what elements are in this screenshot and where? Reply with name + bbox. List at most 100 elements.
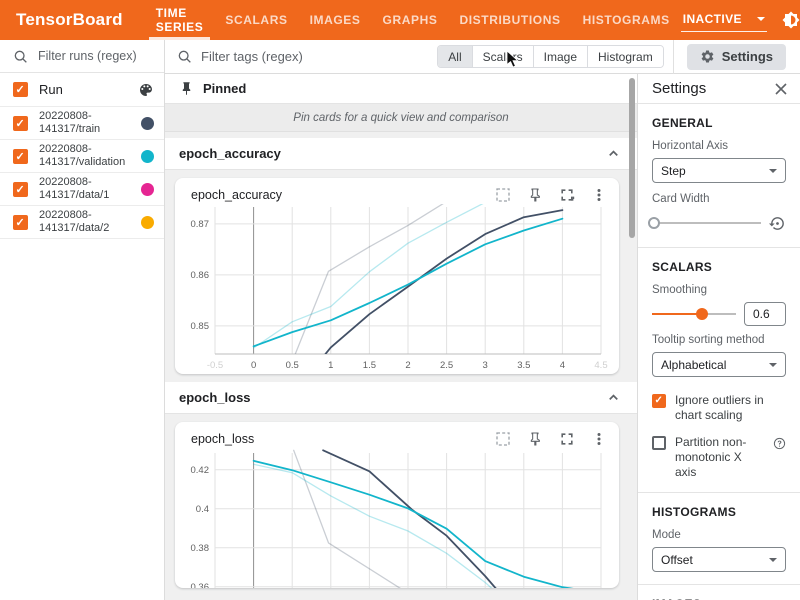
toolbar-divider bbox=[673, 40, 674, 74]
settings-panel-body: GENERAL Horizontal Axis Step Card Width bbox=[638, 104, 800, 600]
ignore-outliers-checkbox-row[interactable]: Ignore outliers in chart scaling bbox=[652, 393, 786, 423]
svg-text:0.85: 0.85 bbox=[191, 321, 210, 332]
tab-images[interactable]: IMAGES bbox=[299, 0, 372, 40]
tab-graphs[interactable]: GRAPHS bbox=[372, 0, 449, 40]
card-header: epoch_loss bbox=[175, 422, 619, 448]
filter-histogram-button[interactable]: Histogram bbox=[588, 46, 663, 67]
slider-knob[interactable] bbox=[648, 217, 660, 229]
card-title: epoch_accuracy bbox=[191, 188, 282, 202]
run-checkbox[interactable] bbox=[13, 149, 28, 164]
smoothing-label: Smoothing bbox=[652, 284, 786, 296]
runs-sidebar: Filter runs (regex) Run 20220808-141317/… bbox=[0, 40, 165, 600]
close-icon[interactable] bbox=[774, 82, 788, 96]
tag-filter-input[interactable]: Filter tags (regex) bbox=[177, 49, 437, 64]
svg-text:2: 2 bbox=[405, 360, 410, 371]
fullscreen-icon[interactable] bbox=[559, 187, 575, 203]
tag-toolbar: Filter tags (regex) All Scalars Image Hi… bbox=[165, 40, 800, 74]
scalar-card-epoch-loss: epoch_loss bbox=[175, 422, 619, 588]
settings-section-scalars: SCALARS bbox=[652, 260, 786, 274]
divider bbox=[638, 492, 800, 493]
run-name: 20220808-141317/data/1 bbox=[39, 176, 131, 202]
gear-icon bbox=[700, 49, 715, 64]
pinned-label: Pinned bbox=[203, 81, 246, 96]
runs-filter-input[interactable]: Filter runs (regex) bbox=[0, 40, 164, 73]
cards-area: Pinned Pin cards for a quick view and co… bbox=[165, 74, 637, 600]
smoothing-slider[interactable] bbox=[652, 313, 736, 315]
divider bbox=[638, 247, 800, 248]
card-width-slider-row bbox=[652, 211, 786, 235]
scalar-chart-epoch-accuracy[interactable]: 0.850.860.87-0.500.511.522.533.544.5 bbox=[175, 204, 619, 374]
filter-all-button[interactable]: All bbox=[438, 46, 472, 67]
run-name: 20220808-141317/data/2 bbox=[39, 209, 131, 235]
chevron-up-icon bbox=[606, 146, 621, 161]
brightness-toggle-icon[interactable] bbox=[782, 11, 800, 29]
filter-scalars-button[interactable]: Scalars bbox=[473, 46, 534, 67]
selection-box-icon[interactable] bbox=[495, 187, 511, 203]
filter-image-button[interactable]: Image bbox=[534, 46, 588, 67]
search-icon bbox=[13, 49, 28, 64]
scrollbar-thumb[interactable] bbox=[629, 78, 635, 238]
card-actions bbox=[495, 431, 607, 447]
settings-button[interactable]: Settings bbox=[687, 44, 786, 70]
smoothing-slider-row: 0.6 bbox=[652, 302, 786, 326]
more-options-icon[interactable] bbox=[591, 187, 607, 203]
more-options-icon[interactable] bbox=[591, 431, 607, 447]
svg-text:0.5: 0.5 bbox=[286, 360, 299, 371]
selection-box-icon[interactable] bbox=[495, 431, 511, 447]
partition-x-checkbox-row[interactable]: Partition non-monotonic X axis bbox=[652, 435, 786, 480]
svg-text:0.87: 0.87 bbox=[191, 219, 210, 230]
partition-x-checkbox[interactable] bbox=[652, 436, 666, 450]
main-column: Filter tags (regex) All Scalars Image Hi… bbox=[165, 40, 800, 600]
tooltip-sort-select[interactable]: Alphabetical bbox=[652, 352, 786, 377]
content-row: Pinned Pin cards for a quick view and co… bbox=[165, 74, 800, 600]
palette-icon[interactable] bbox=[138, 82, 154, 98]
svg-text:3: 3 bbox=[483, 360, 488, 371]
reset-icon[interactable] bbox=[769, 215, 786, 232]
tensorboard-app: TensorBoard TIME SERIES SCALARS IMAGES G… bbox=[0, 0, 800, 600]
app-body: Filter runs (regex) Run 20220808-141317/… bbox=[0, 40, 800, 600]
slider-knob[interactable] bbox=[696, 308, 708, 320]
card-title: epoch_loss bbox=[191, 432, 254, 446]
scalar-card-epoch-accuracy: epoch_accuracy bbox=[175, 178, 619, 374]
caret-down-icon bbox=[769, 558, 777, 562]
run-row-train[interactable]: 20220808-141317/train bbox=[0, 107, 164, 140]
svg-text:0.36: 0.36 bbox=[191, 582, 210, 588]
run-checkbox[interactable] bbox=[13, 116, 28, 131]
settings-section-general: GENERAL bbox=[652, 116, 786, 130]
run-checkbox[interactable] bbox=[13, 215, 28, 230]
settings-button-label: Settings bbox=[722, 49, 773, 64]
svg-text:4.5: 4.5 bbox=[594, 360, 607, 371]
settings-panel-header: Settings bbox=[638, 74, 800, 104]
run-row-validation[interactable]: 20220808-141317/validation bbox=[0, 140, 164, 173]
run-row-data-1[interactable]: 20220808-141317/data/1 bbox=[0, 173, 164, 206]
tab-time-series[interactable]: TIME SERIES bbox=[145, 0, 215, 40]
card-width-slider[interactable] bbox=[652, 222, 761, 224]
svg-text:1.5: 1.5 bbox=[363, 360, 376, 371]
ignore-outliers-checkbox[interactable] bbox=[652, 394, 666, 408]
histogram-mode-label: Mode bbox=[652, 529, 786, 541]
fullscreen-icon[interactable] bbox=[559, 431, 575, 447]
section-header-epoch-accuracy[interactable]: epoch_accuracy bbox=[165, 138, 637, 170]
help-icon[interactable] bbox=[773, 437, 786, 450]
settings-title: Settings bbox=[652, 80, 706, 97]
scalar-chart-epoch-loss[interactable]: 0.360.380.40.42 bbox=[175, 448, 619, 588]
horizontal-axis-select[interactable]: Step bbox=[652, 158, 786, 183]
tab-scalars[interactable]: SCALARS bbox=[214, 0, 298, 40]
histogram-mode-select[interactable]: Offset bbox=[652, 547, 786, 572]
card-header: epoch_accuracy bbox=[175, 178, 619, 204]
run-checkbox[interactable] bbox=[13, 182, 28, 197]
smoothing-value-input[interactable]: 0.6 bbox=[744, 302, 786, 326]
caret-down-icon bbox=[769, 169, 777, 173]
run-row-data-2[interactable]: 20220808-141317/data/2 bbox=[0, 206, 164, 239]
pin-icon[interactable] bbox=[527, 187, 543, 203]
tab-distributions[interactable]: DISTRIBUTIONS bbox=[448, 0, 571, 40]
tab-histograms[interactable]: HISTOGRAMS bbox=[572, 0, 681, 40]
runs-filter-placeholder: Filter runs (regex) bbox=[38, 49, 137, 63]
select-all-runs-checkbox[interactable] bbox=[13, 82, 28, 97]
tag-type-filter-group: All Scalars Image Histogram bbox=[437, 45, 663, 68]
pin-icon[interactable] bbox=[527, 431, 543, 447]
pinned-section-header[interactable]: Pinned bbox=[165, 74, 637, 104]
caret-down-icon bbox=[757, 17, 765, 21]
status-dropdown[interactable]: INACTIVE bbox=[681, 8, 767, 32]
section-header-epoch-loss[interactable]: epoch_loss bbox=[165, 382, 637, 414]
